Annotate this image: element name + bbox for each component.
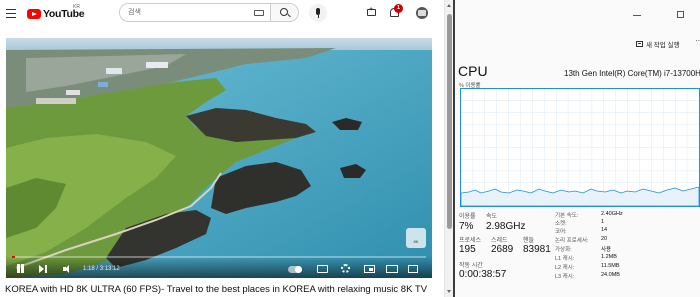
pause-icon[interactable]: [16, 264, 24, 273]
channel-watermark[interactable]: 8K: [406, 228, 426, 248]
speed-label: 속도: [486, 214, 498, 220]
youtube-header: YouTube KR 1: [0, 0, 444, 28]
current-time: 1:18: [83, 266, 95, 272]
more-options-icon[interactable]: ···: [695, 36, 700, 45]
time-display: 1:18 / 3:13:12: [83, 266, 120, 272]
new-task-icon: [636, 41, 643, 47]
progress-bar[interactable]: [12, 256, 426, 258]
cpu-graph-svg: [461, 89, 699, 206]
handles-label: 핸들: [523, 238, 535, 244]
scrollbar[interactable]: [444, 0, 453, 297]
page-title: CPU: [458, 63, 488, 79]
next-icon[interactable]: [39, 265, 47, 273]
search-button[interactable]: [270, 4, 298, 21]
task-manager-window: 새 작업 실행 ··· CPU 13th Gen Intel(R) Core(T…: [455, 0, 700, 297]
search-box: [119, 3, 299, 22]
mic-icon[interactable]: [309, 4, 327, 22]
spec-value: 사용: [601, 247, 612, 253]
scroll-up-arrow-icon[interactable]: [447, 4, 451, 7]
processes-value: 195: [459, 244, 476, 255]
threads-label: 스레드: [491, 238, 508, 244]
cpu-usage-graph: [460, 88, 700, 207]
new-task-label: 새 작업 실행: [646, 42, 680, 49]
scroll-thumb[interactable]: [447, 14, 452, 229]
video-frame: [6, 38, 432, 278]
threads-value: 2689: [491, 244, 514, 255]
minimize-icon[interactable]: [633, 15, 641, 16]
duration: 3:13:12: [99, 266, 120, 272]
search-input[interactable]: [120, 4, 270, 21]
settings-gear-icon[interactable]: [341, 264, 350, 273]
notification-badge: 1: [394, 4, 403, 13]
spec-value: 20: [601, 236, 608, 242]
uptime-label: 작동 시간: [459, 263, 483, 269]
avatar[interactable]: [416, 7, 428, 19]
spec-label: L2 캐시:: [555, 265, 575, 271]
spec-label: 코어:: [555, 229, 567, 235]
menu-icon[interactable]: [6, 9, 16, 18]
fullscreen-icon[interactable]: [408, 265, 418, 273]
spec-value: 2.40GHz: [601, 211, 623, 217]
region-code: KR: [73, 4, 80, 10]
spec-label: 기본 속도:: [555, 213, 579, 219]
maximize-icon[interactable]: [677, 11, 684, 18]
spec-label: 소켓:: [555, 221, 567, 227]
spec-label: L3 캐시:: [555, 274, 575, 280]
create-video-icon[interactable]: [367, 6, 376, 16]
player-controls: 1:18 / 3:13:12: [6, 256, 432, 278]
uptime-value: 0:00:38:57: [459, 269, 507, 280]
progress-fill: [12, 256, 16, 258]
new-task-button[interactable]: 새 작업 실행: [636, 39, 680, 49]
utilization-value: 7%: [459, 221, 474, 232]
spec-label: L1 캐시:: [555, 256, 575, 262]
video-title[interactable]: KOREA with HD 8K ULTRA (60 FPS)- Travel …: [5, 284, 427, 295]
processes-label: 프로세스: [459, 238, 482, 244]
search-icon: [280, 8, 288, 16]
video-player[interactable]: 8K 1:18 / 3:13:12: [6, 38, 432, 278]
volume-icon[interactable]: [63, 265, 73, 273]
window-controls: [625, 10, 700, 20]
spec-label: 논리 프로세서:: [555, 238, 589, 244]
theater-mode-icon[interactable]: [386, 265, 398, 273]
desktop: YouTube KR 1: [0, 0, 700, 297]
spec-value: 11.5MB: [601, 263, 620, 269]
spec-label: 가상화:: [555, 247, 572, 253]
spec-value: 1.2MB: [601, 254, 617, 260]
handles-value: 83981: [523, 244, 551, 255]
youtube-play-icon: [27, 9, 41, 19]
keyboard-icon[interactable]: [254, 10, 264, 16]
captions-icon[interactable]: [317, 265, 328, 273]
scroll-down-arrow-icon[interactable]: [447, 290, 451, 293]
miniplayer-icon[interactable]: [364, 265, 375, 273]
spec-value: 24.0MB: [601, 272, 620, 278]
speed-value: 2.98GHz: [486, 221, 526, 232]
youtube-window: YouTube KR 1: [0, 0, 444, 297]
autoplay-toggle[interactable]: [288, 266, 302, 273]
utilization-label: 이용률: [459, 214, 476, 220]
spec-value: 1: [601, 219, 605, 225]
cpu-model: 13th Gen Intel(R) Core(TM) i7-13700H: [564, 69, 700, 78]
spec-value: 14: [601, 227, 608, 233]
